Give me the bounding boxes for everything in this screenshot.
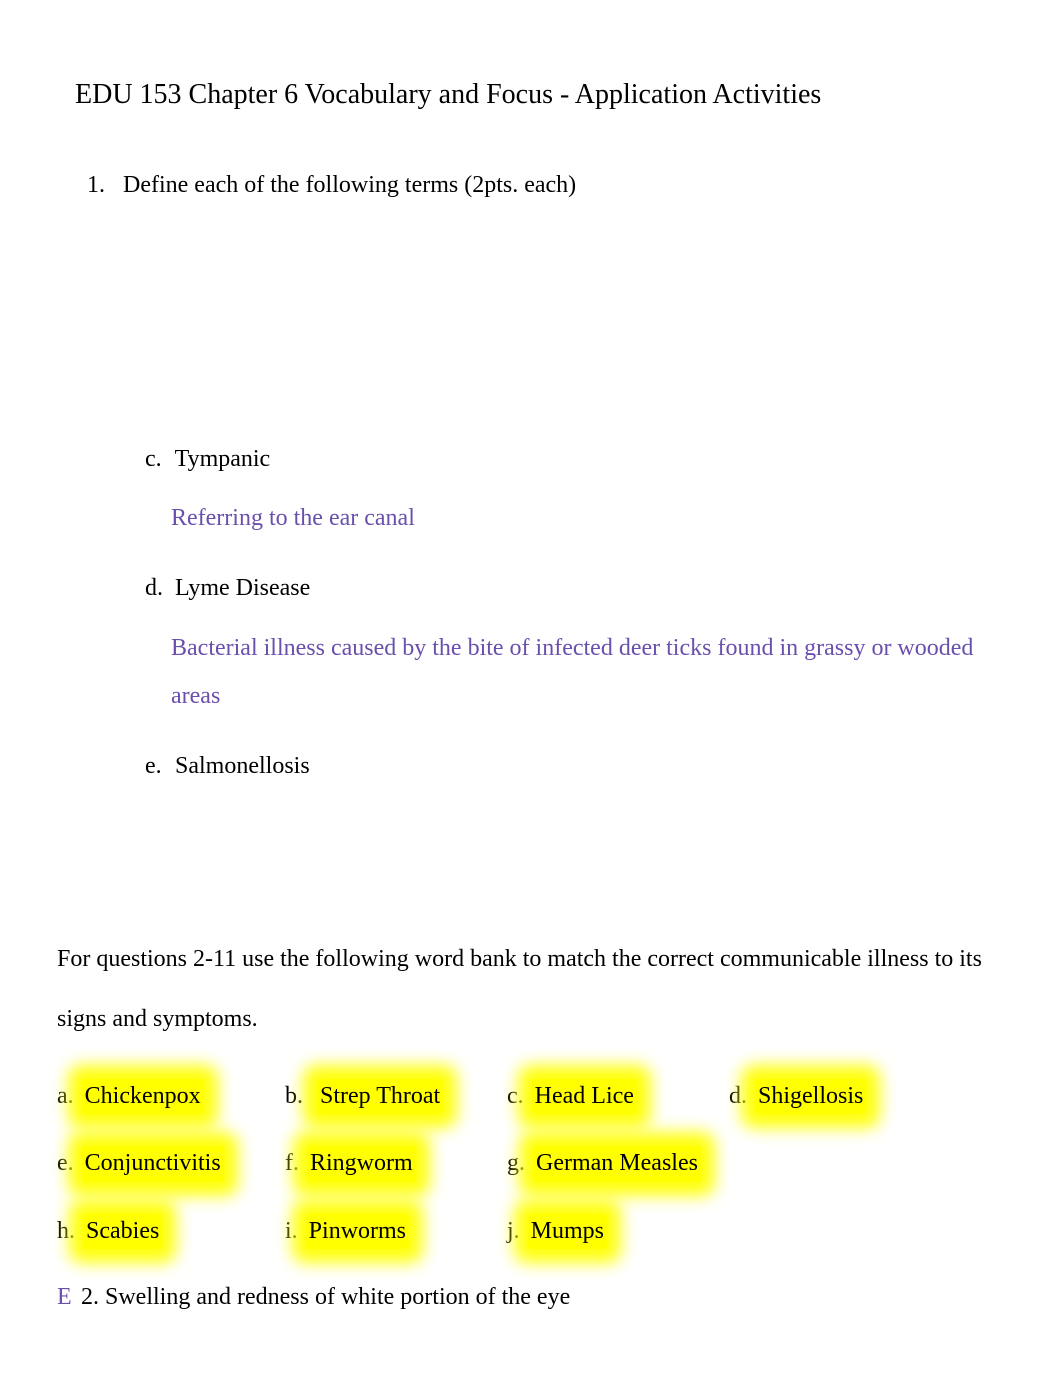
bank-a-word: Chickenpox [82,1079,204,1115]
question-1: 1. Define each of the following terms (2… [87,169,992,203]
bank-item-f: f. Ringworm [285,1146,507,1182]
bank-f-letter: f. [285,1147,299,1181]
bank-e-word: Conjunctivitis [82,1146,224,1182]
term-e-name: Salmonellosis [175,753,310,779]
term-c-definition: Referring to the ear canal [171,494,992,542]
term-e-letter: e. [145,750,169,784]
question-2: E 2. Swelling and redness of white porti… [57,1281,992,1315]
bank-h-letter: h. [57,1215,75,1249]
q2-answer: E [57,1281,75,1315]
bank-item-d: d. Shigellosis [729,1079,909,1115]
bank-g-word: German Measles [533,1146,701,1182]
term-e: e. Salmonellosis [145,750,992,784]
bank-item-j: j. Mumps [507,1214,729,1250]
bank-e-letter: e. [57,1147,74,1181]
bank-j-letter: j. [507,1215,520,1249]
q2-text: 2. Swelling and redness of white portion… [81,1284,570,1310]
bank-b-letter: b. [285,1080,303,1114]
term-d-letter: d. [145,572,169,606]
bank-f-word: Ringworm [307,1146,416,1182]
bank-g-letter: g. [507,1147,525,1181]
bank-row-2: e. Conjunctivitis f. Ringworm g. German … [57,1146,992,1182]
bank-item-e: e. Conjunctivitis [57,1146,285,1182]
bank-item-a: a. Chickenpox [57,1079,285,1115]
term-c: c. Tympanic [145,443,992,477]
q1-number: 1. [87,169,117,203]
bank-b-word: Strep Throat [317,1079,443,1115]
bank-d-word: Shigellosis [755,1079,866,1115]
bank-c-letter: c. [507,1080,524,1114]
term-c-name: Tympanic [175,446,271,472]
term-d-name: Lyme Disease [175,575,310,601]
bank-d-letter: d. [729,1080,747,1114]
bank-row-3: h. Scabies i. Pinworms j. Mumps [57,1214,992,1250]
word-bank-instructions: For questions 2-11 use the following wor… [57,929,992,1049]
bank-item-h: h. Scabies [57,1214,285,1250]
word-bank: a. Chickenpox b. Strep Throat c. Head Li… [57,1079,992,1250]
bank-i-letter: i. [285,1215,298,1249]
bank-item-b: b. Strep Throat [285,1079,507,1115]
bank-h-word: Scabies [83,1214,162,1250]
bank-item-g: g. German Measles [507,1146,729,1182]
bank-c-word: Head Lice [532,1079,637,1115]
bank-item-c: c. Head Lice [507,1079,729,1115]
term-d-definition: Bacterial illness caused by the bite of … [171,624,992,720]
page-title: EDU 153 Chapter 6 Vocabulary and Focus -… [75,75,992,114]
bank-a-letter: a. [57,1080,74,1114]
bank-row-1: a. Chickenpox b. Strep Throat c. Head Li… [57,1079,992,1115]
bank-item-i: i. Pinworms [285,1214,507,1250]
q1-text: Define each of the following terms (2pts… [123,172,576,198]
term-d: d. Lyme Disease [145,572,992,606]
term-c-letter: c. [145,443,169,477]
bank-i-word: Pinworms [306,1214,409,1250]
bank-j-word: Mumps [528,1214,607,1250]
